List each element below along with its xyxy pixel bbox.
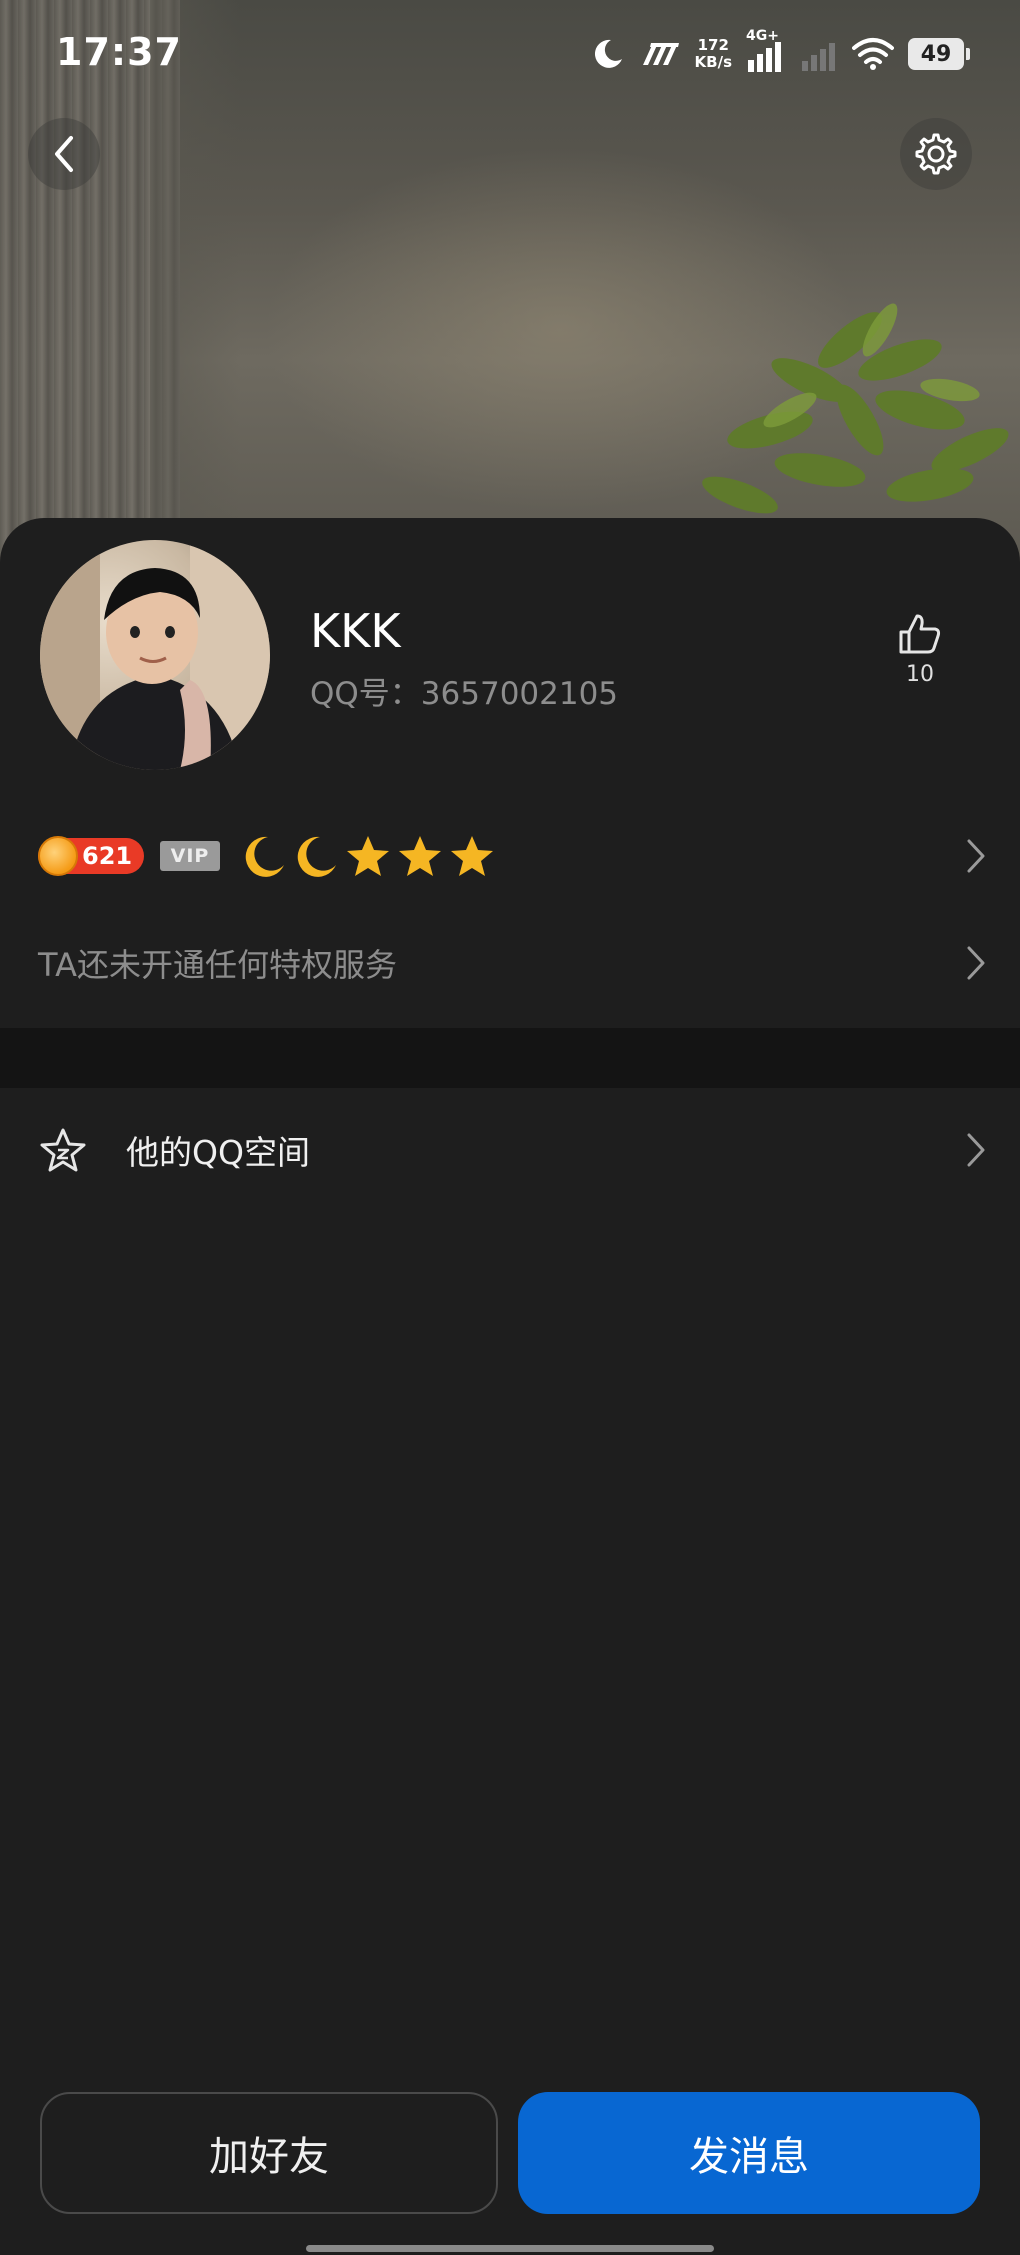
wifi-icon	[852, 38, 894, 70]
signal-bars-icon	[748, 42, 781, 72]
section-divider	[0, 1028, 1020, 1088]
avatar-photo	[40, 540, 270, 770]
battery-indicator: 49	[908, 38, 970, 70]
thumbs-up-icon	[899, 614, 941, 654]
star-icon	[451, 836, 493, 876]
do-not-disturb-moon-icon	[594, 39, 622, 68]
bottom-action-bar: 加好友 发消息	[40, 2092, 980, 2214]
add-friend-button[interactable]: 加好友	[40, 2092, 498, 2214]
home-indicator[interactable]	[306, 2245, 714, 2252]
network-speed: 172 KB/s	[695, 37, 732, 71]
send-message-button[interactable]: 发消息	[518, 2092, 980, 2214]
qzone-label: 他的QQ空间	[126, 1133, 310, 1172]
privilege-row[interactable]: TA还未开通任何特权服务	[38, 930, 988, 996]
privilege-text: TA还未开通任何特权服务	[38, 946, 397, 984]
chevron-right-icon	[967, 1133, 985, 1167]
moon-icon	[297, 836, 336, 877]
vip-badge: VIP	[160, 841, 220, 871]
network-speed-unit: KB/s	[694, 53, 732, 71]
level-row[interactable]: 621 VIP	[38, 828, 988, 884]
status-bar: 17:37 172 KB/s 4G+ 49	[0, 0, 1020, 110]
like-count: 10	[906, 662, 934, 687]
cellular-signal-1: 4G+	[746, 28, 786, 74]
coin-icon	[38, 836, 78, 876]
moon-icon	[245, 836, 284, 877]
settings-button[interactable]	[900, 118, 972, 190]
status-icons: 172 KB/s 4G+ 49	[591, 28, 970, 76]
profile-sheet	[0, 518, 1020, 2255]
nickname: KKK	[310, 604, 401, 658]
signal-bars-inactive-icon	[802, 43, 835, 71]
network-speed-value: 172	[697, 36, 729, 54]
chevron-left-icon	[55, 136, 73, 172]
star-icon	[399, 836, 441, 876]
coin-badge: 621	[38, 836, 144, 876]
gear-icon	[915, 133, 957, 175]
back-button[interactable]	[28, 118, 100, 190]
chevron-right-icon	[967, 946, 985, 980]
status-time: 17:37	[56, 30, 182, 74]
carrier-logo-icon	[642, 43, 679, 65]
chevron-right-icon	[967, 839, 985, 873]
avatar[interactable]	[40, 540, 270, 770]
level-icons	[240, 833, 496, 879]
plant-decoration	[702, 303, 1009, 514]
like-button[interactable]: 10	[880, 612, 960, 687]
star-icon	[347, 836, 389, 876]
qzone-star-icon	[40, 1128, 86, 1172]
qzone-row[interactable]: 他的QQ空间	[38, 1112, 988, 1188]
qq-number: QQ号：3657002105	[310, 676, 619, 712]
coin-value: 621	[82, 842, 133, 870]
